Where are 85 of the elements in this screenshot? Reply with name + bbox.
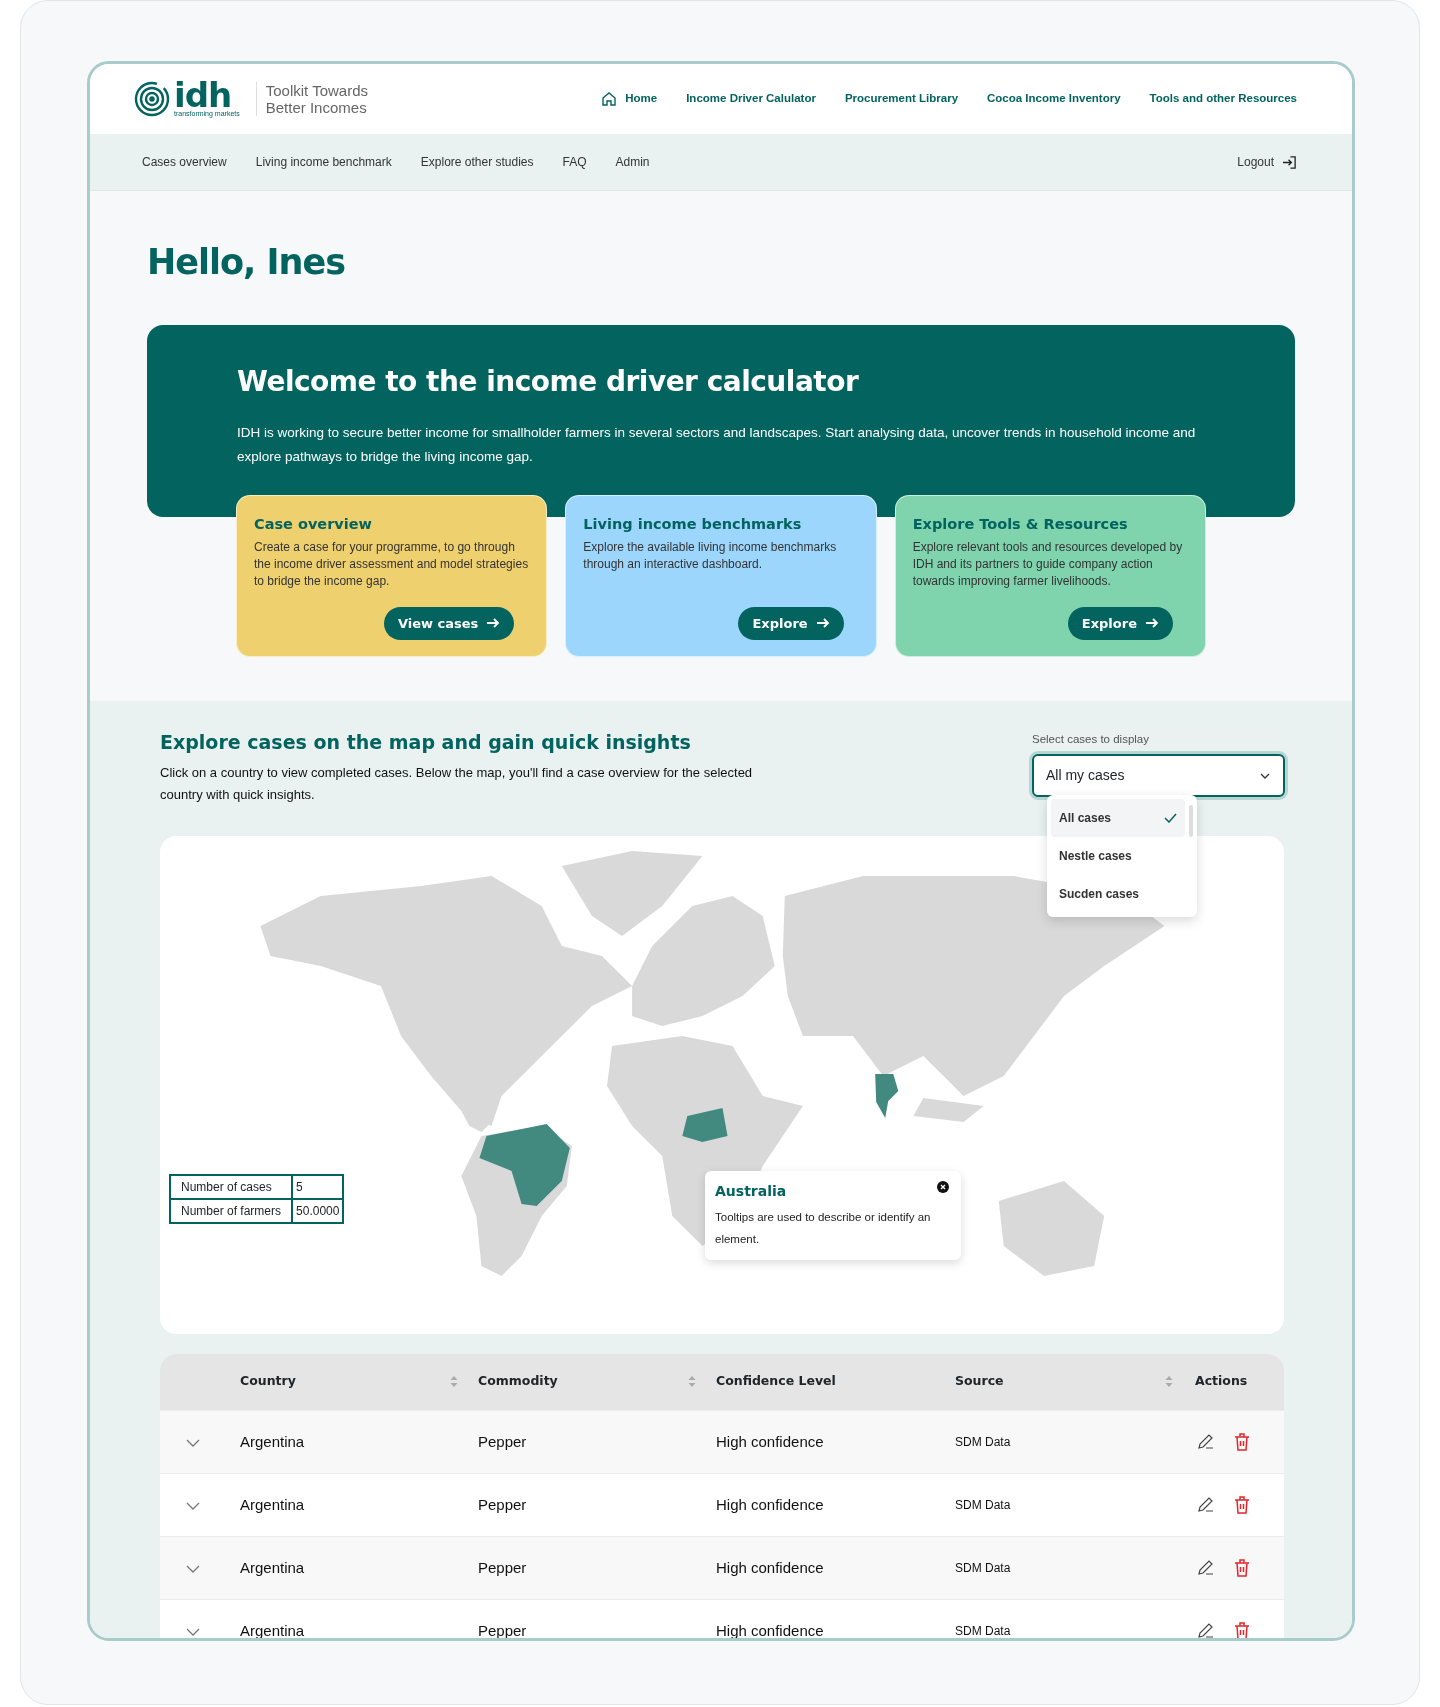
greeting-heading: Hello, Ines xyxy=(147,241,347,283)
card-button[interactable]: Explore xyxy=(738,606,844,640)
pencil-icon xyxy=(1197,1496,1214,1514)
stat-value: 5 xyxy=(292,1174,344,1199)
chevron-down-icon xyxy=(186,1501,200,1510)
subnav-link[interactable]: FAQ xyxy=(562,153,587,171)
delete-button[interactable] xyxy=(1232,1556,1252,1579)
logo-rings-icon xyxy=(134,81,170,117)
stat-label: Number of farmers xyxy=(170,1198,293,1223)
section-description: Click on a country to view completed cases. Below the map, you'll find a case overview for the selected country with quick insights. xyxy=(160,763,754,804)
table-cell-text: Argentina xyxy=(240,1557,306,1578)
card-button[interactable]: View cases xyxy=(383,606,515,640)
table-cell-text: Argentina xyxy=(240,1494,306,1515)
table-cell-text: High confidence xyxy=(716,1557,825,1578)
highlighted-country[interactable] xyxy=(875,1073,899,1118)
table-cell-text: High confidence xyxy=(716,1620,825,1638)
close-icon xyxy=(937,1180,949,1193)
tooltip-text: Tooltips are used to describe or identify an element. xyxy=(715,1209,932,1247)
subnav-link[interactable]: Explore other studies xyxy=(420,153,534,171)
select-label: Select cases to display xyxy=(1032,732,1150,747)
table-cell-text: SDM Data xyxy=(955,1622,1012,1638)
section-title: Explore cases on the map and gain quick insights xyxy=(160,731,692,754)
check-icon xyxy=(1164,813,1177,823)
stat-label: Number of cases xyxy=(170,1174,293,1199)
table-cell-text: Pepper xyxy=(478,1557,528,1578)
pencil-icon xyxy=(1197,1622,1214,1638)
stat-value: 50.0000 xyxy=(292,1198,344,1223)
app-title: Toolkit Towards xyxy=(265,82,369,99)
column-label: Country xyxy=(240,1372,296,1391)
delete-button[interactable] xyxy=(1232,1430,1252,1453)
card-text: Create a case for your programme, to go through the income driver assessment and model strategies to bridge the income gap. xyxy=(254,539,530,591)
delete-button[interactable] xyxy=(1232,1493,1252,1516)
dropdown-option[interactable]: Nestle cases xyxy=(1051,837,1185,875)
card-title: Case overview xyxy=(254,516,373,534)
table-cell-text: SDM Data xyxy=(955,1433,1012,1451)
table-cell-text: SDM Data xyxy=(955,1496,1012,1514)
table-cell-text: SDM Data xyxy=(955,1559,1012,1577)
delete-button[interactable] xyxy=(1232,1619,1252,1638)
nav-link[interactable]: Tools and other Resources xyxy=(1149,90,1297,108)
card-text: Explore relevant tools and resources developed by IDH and its partners to guide company action towards improving farmer livelihoods. xyxy=(912,539,1184,591)
trash-icon xyxy=(1234,1558,1250,1577)
pencil-icon xyxy=(1197,1559,1214,1577)
table-cell-text: Pepper xyxy=(478,1431,528,1452)
card-text: Explore the available living income benchmarks through an interactive dashboard. xyxy=(583,539,838,574)
chevron-down-icon xyxy=(186,1564,200,1573)
chevron-down-icon xyxy=(186,1627,200,1636)
tooltip-title: Australia xyxy=(715,1182,788,1200)
logout-link[interactable]: Logout xyxy=(1237,153,1297,171)
table-cell-text: Argentina xyxy=(240,1620,306,1638)
banner-title: Welcome to the income driver calculator xyxy=(237,365,860,399)
card-title: Explore Tools & Resources xyxy=(912,516,1129,534)
cases-select[interactable]: All my cases xyxy=(1032,754,1285,798)
subnav-link[interactable]: Cases overview xyxy=(142,153,227,171)
table-cell-text: Pepper xyxy=(478,1494,528,1515)
logo-wordmark: idh xyxy=(174,80,232,110)
banner-text: IDH is working to secure better income for smallholder farmers in several sectors and landscapes. Start analysing data, uncover trends in household income and explore pathways to bridge the living income gap. xyxy=(237,423,1197,466)
card-title: Living income benchmarks xyxy=(583,516,803,534)
column-label: Confidence Level xyxy=(716,1372,836,1391)
chevron-down-icon xyxy=(186,1438,200,1447)
nav-link[interactable]: Cocoa Income Inventory xyxy=(987,90,1121,108)
column-label: Source xyxy=(955,1372,1004,1391)
table-cell-text: High confidence xyxy=(716,1431,825,1452)
table-cell-text: Argentina xyxy=(240,1431,306,1452)
highlighted-country[interactable] xyxy=(479,1123,570,1206)
nav-link[interactable]: Home xyxy=(601,90,658,108)
subnav-link[interactable]: Living income benchmark xyxy=(255,153,392,171)
column-label: Actions xyxy=(1195,1372,1248,1391)
highlighted-country[interactable] xyxy=(682,1107,728,1142)
card-button[interactable]: Explore xyxy=(1067,606,1173,640)
trash-icon xyxy=(1234,1621,1250,1638)
home-icon xyxy=(601,91,618,107)
trash-icon xyxy=(1234,1432,1250,1451)
trash-icon xyxy=(1234,1495,1250,1514)
nav-link[interactable]: Income Driver Calulator xyxy=(686,90,816,108)
table-cell-text: High confidence xyxy=(716,1494,825,1515)
subnav-link[interactable]: Admin xyxy=(615,153,650,171)
column-label: Commodity xyxy=(478,1372,558,1391)
close-button[interactable] xyxy=(935,1178,951,1195)
app-title: Better Incomes xyxy=(265,99,368,116)
dropdown-option[interactable]: Sucden cases xyxy=(1051,875,1185,913)
pencil-icon xyxy=(1197,1433,1214,1451)
nav-link[interactable]: Procurement Library xyxy=(844,90,959,108)
logout-icon xyxy=(1282,154,1297,170)
dropdown-option[interactable]: All cases xyxy=(1051,799,1185,837)
table-cell-text: Pepper xyxy=(478,1620,528,1638)
